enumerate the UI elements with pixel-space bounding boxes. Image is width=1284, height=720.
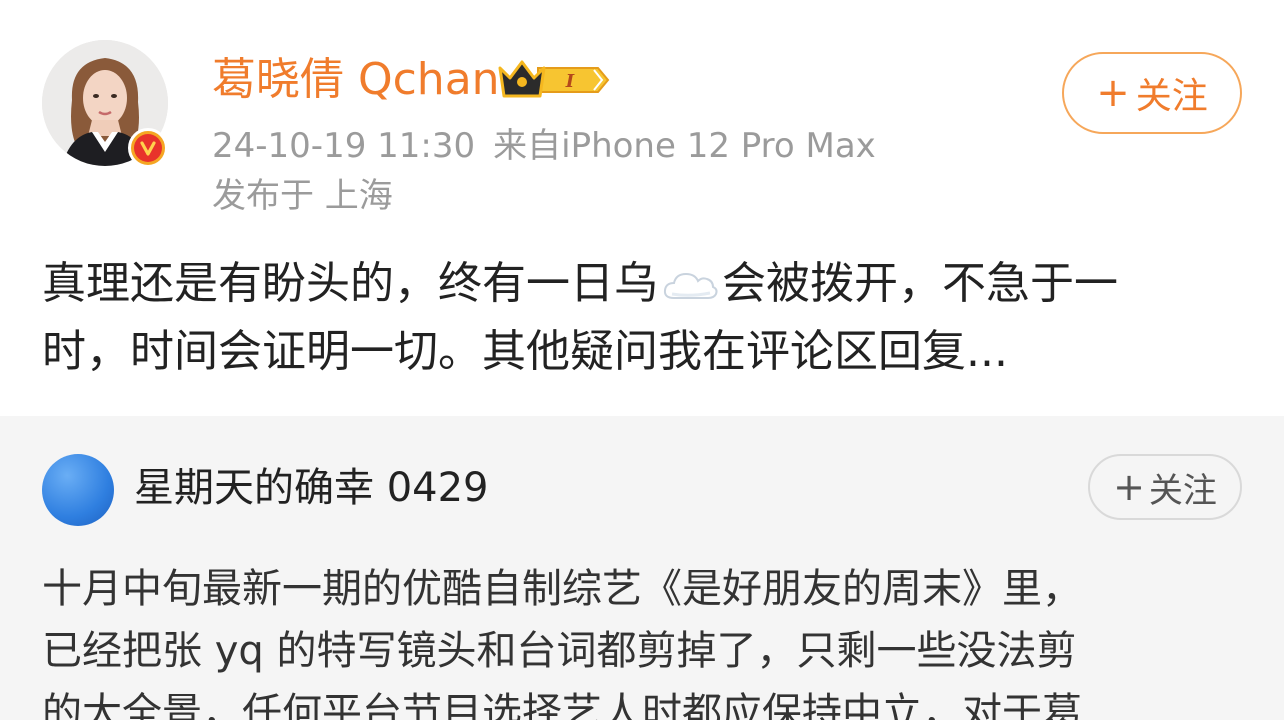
repost-body-line: 已经把张 yq 的特写镜头和台词都剪掉了，只剩一些没法剪 <box>42 628 1077 674</box>
post-body-line-1: 真理还是有盼头的，终有一日乌 会被拨开，不急于一 <box>42 250 1252 318</box>
cloud-icon <box>663 272 718 299</box>
plus-icon: + <box>1096 70 1130 116</box>
repost-author-name[interactable]: 星期天的确幸 0429 <box>134 462 489 514</box>
post-timestamp: 24-10-19 11:30 <box>212 126 476 166</box>
follow-button-label: 关注 <box>1135 76 1208 117</box>
post-source: 来自iPhone 12 Pro Max <box>493 126 876 166</box>
repost-body: 十月中旬最新一期的优酷自制综艺《是好朋友的周末》里， 已经把张 yq 的特写镜头… <box>42 558 1252 720</box>
author-name[interactable]: 葛晓倩 Qchan <box>212 52 500 108</box>
post-meta: 24-10-19 11:30 来自iPhone 12 Pro Max <box>212 124 876 168</box>
main-post: 葛晓倩 Qchan I 24-10-19 11:30 来自iPhone 12 Pr… <box>0 0 1284 416</box>
repost-author-avatar[interactable] <box>42 454 114 526</box>
post-location: 发布于 上海 <box>212 176 393 216</box>
repost-body-line: 的大全景，任何平台节目选择艺人时都应保持中立，对于葛 <box>42 690 1082 720</box>
repost-body-line: 十月中旬最新一期的优酷自制综艺《是好朋友的周末》里， <box>42 566 1082 612</box>
repost-follow-button[interactable]: + 关注 <box>1088 454 1242 520</box>
repost-follow-label: 关注 <box>1148 470 1217 511</box>
post-body[interactable]: 真理还是有盼头的，终有一日乌 会被拨开，不急于一 时，时间会证明一切。其他疑问我… <box>42 250 1252 386</box>
post-text-segment: 真理还是有盼头的，终有一日乌 <box>42 258 658 309</box>
follow-button[interactable]: + 关注 <box>1062 52 1242 134</box>
plus-icon: + <box>1113 465 1145 509</box>
reposted-content[interactable]: 星期天的确幸 0429 + 关注 十月中旬最新一期的优酷自制综艺《是好朋友的周末… <box>0 416 1284 720</box>
verified-badge-icon <box>128 128 168 168</box>
member-crown-badge-icon[interactable]: I <box>498 56 616 104</box>
weibo-post-screen: 葛晓倩 Qchan I 24-10-19 11:30 来自iPhone 12 Pr… <box>0 0 1284 720</box>
author-avatar[interactable] <box>42 40 168 168</box>
post-body-line-2: 时，时间会证明一切。其他疑问我在评论区回复... <box>42 326 1008 377</box>
badge-level-text: I <box>565 71 575 92</box>
post-text-segment: 会被拨开，不急于一 <box>722 258 1118 309</box>
